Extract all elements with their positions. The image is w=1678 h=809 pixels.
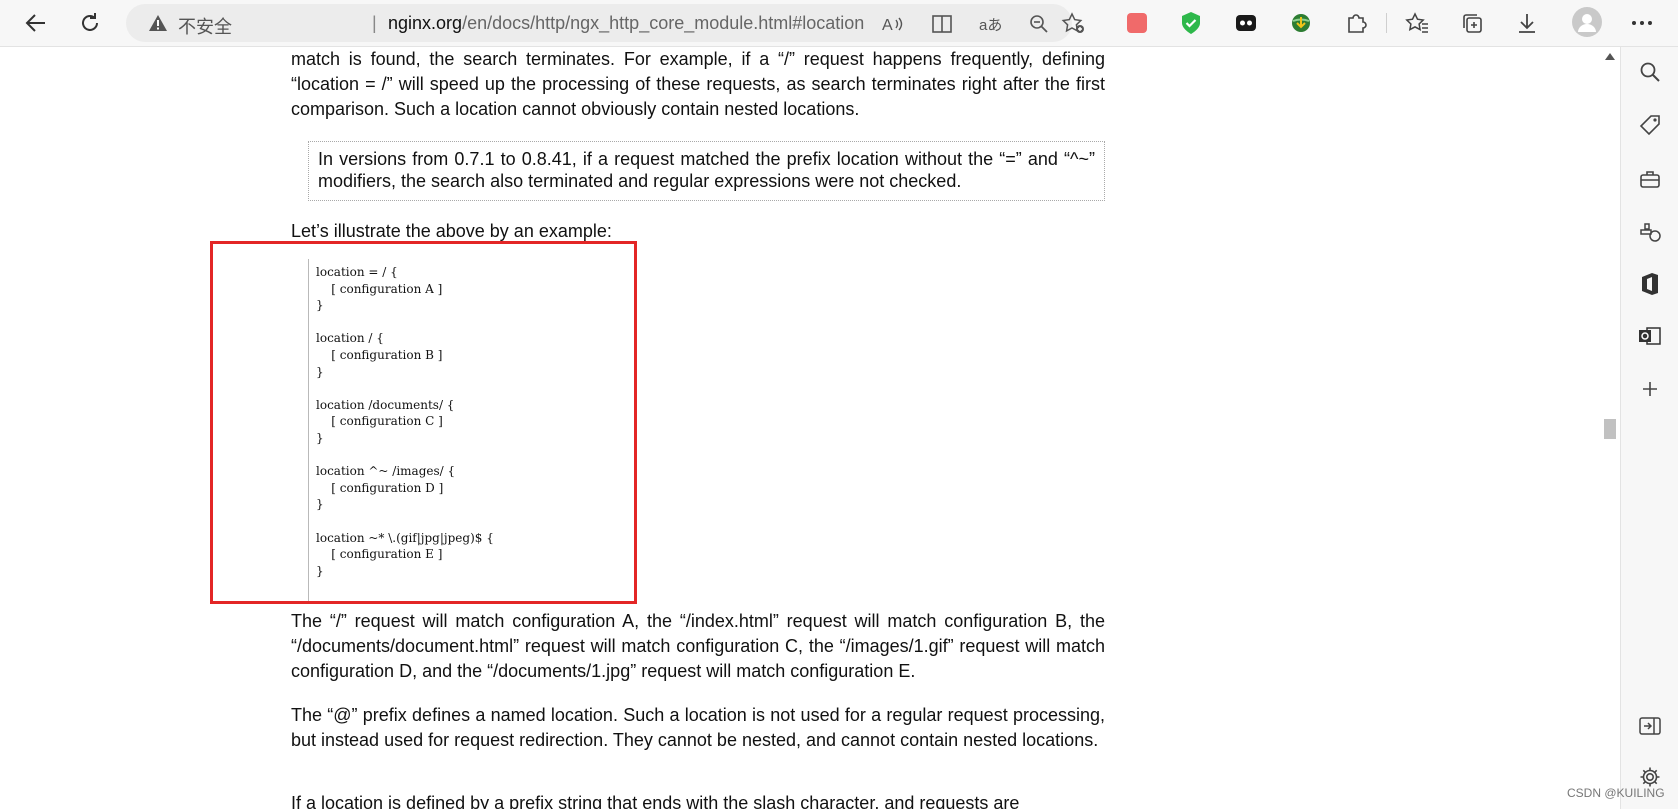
- version-note: In versions from 0.7.1 to 0.8.41, if a r…: [308, 141, 1105, 201]
- sidebar-add-button[interactable]: [1635, 374, 1665, 404]
- zoom-out-icon: [1030, 15, 1048, 33]
- collections-button[interactable]: [1458, 9, 1486, 37]
- search-icon: [1640, 62, 1660, 82]
- extension-red-button[interactable]: [1123, 9, 1151, 37]
- url-text[interactable]: nginx.org/en/docs/http/ngx_http_core_mod…: [388, 13, 864, 34]
- collections-icon: [1463, 14, 1482, 33]
- profile-button[interactable]: [1571, 6, 1603, 38]
- toolbox-icon: [1640, 171, 1660, 188]
- shield-check-icon: [1182, 12, 1200, 34]
- security-label[interactable]: 不安全: [178, 13, 232, 39]
- paragraph-named-location: The “@” prefix defines a named location.…: [291, 705, 1105, 750]
- add-favorite-button[interactable]: [1054, 4, 1092, 42]
- refresh-icon: [82, 13, 98, 31]
- url-host: nginx.org: [388, 13, 463, 33]
- sidebar-games-button[interactable]: [1635, 217, 1665, 247]
- tag-icon: [1639, 115, 1660, 136]
- refresh-button[interactable]: [71, 4, 109, 42]
- favorites-icon: [1405, 12, 1428, 33]
- paragraph-location-match: match is found, the search terminates. F…: [291, 49, 1105, 119]
- scroll-up-arrow-icon[interactable]: [1605, 53, 1615, 60]
- plus-icon: [1643, 382, 1657, 396]
- zoom-button[interactable]: [1026, 11, 1052, 37]
- read-aloud-button[interactable]: A: [880, 11, 906, 37]
- page-content: match is found, the search terminates. F…: [0, 47, 1600, 809]
- paragraph-prefix-slash: If a location is defined by a prefix str…: [291, 793, 1020, 809]
- outlook-icon: [1639, 327, 1661, 345]
- svg-text:A: A: [882, 17, 893, 34]
- gear-icon: [1640, 767, 1660, 787]
- immersive-reader-icon: [932, 15, 952, 33]
- back-arrow-icon: [25, 14, 45, 32]
- address-bar[interactable]: 不安全 | nginx.org/en/docs/http/ngx_http_co…: [126, 4, 1072, 42]
- extension-shield-button[interactable]: [1177, 9, 1205, 37]
- download-icon: [1519, 14, 1535, 33]
- warning-icon[interactable]: [148, 13, 168, 33]
- sidebar-search-button[interactable]: [1635, 57, 1665, 87]
- avatar-icon: [1572, 7, 1602, 37]
- downloads-button[interactable]: [1513, 9, 1541, 37]
- read-aloud-icon: A: [882, 17, 903, 34]
- settings-more-button[interactable]: [1628, 9, 1656, 37]
- svg-text:aあ: aあ: [979, 17, 1002, 34]
- games-icon: [1640, 223, 1661, 242]
- extension-dark-icon: [1236, 15, 1256, 31]
- extensions-button[interactable]: [1342, 9, 1370, 37]
- paragraph-match-results: The “/” request will match configuration…: [291, 611, 1105, 681]
- favorites-button[interactable]: [1403, 9, 1431, 37]
- address-separator: |: [372, 13, 377, 33]
- toolbar-divider: [1386, 13, 1387, 33]
- scroll-thumb[interactable]: [1604, 419, 1616, 439]
- sidebar-hide-button[interactable]: [1635, 711, 1665, 741]
- more-icon: [1632, 21, 1652, 25]
- url-path: /en/docs/http/ngx_http_core_module.html#…: [462, 13, 865, 33]
- collapse-sidebar-icon: [1639, 717, 1661, 735]
- sidebar-office-button[interactable]: [1635, 269, 1665, 299]
- code-example: location = / { [ configuration A ] } loc…: [316, 265, 494, 578]
- edge-sidebar: [1620, 47, 1678, 809]
- extension-red-icon: [1127, 13, 1147, 33]
- immersive-reader-button[interactable]: [929, 11, 955, 37]
- globe-download-icon: [1292, 14, 1310, 32]
- translate-icon: aあ: [979, 17, 1002, 34]
- translate-button[interactable]: aあ: [978, 11, 1004, 37]
- sidebar-shopping-button[interactable]: [1635, 110, 1665, 140]
- extension-globe-button[interactable]: [1287, 9, 1315, 37]
- page-scrollbar[interactable]: [1601, 47, 1619, 809]
- star-add-icon: [1061, 12, 1084, 33]
- browser-toolbar: 不安全 | nginx.org/en/docs/http/ngx_http_co…: [0, 0, 1678, 47]
- office-icon: [1642, 273, 1658, 295]
- puzzle-icon: [1348, 14, 1367, 33]
- code-block-border: [308, 259, 309, 601]
- sidebar-tools-button[interactable]: [1635, 164, 1665, 194]
- back-button[interactable]: [17, 4, 55, 42]
- sidebar-outlook-button[interactable]: [1635, 321, 1665, 351]
- watermark: CSDN @KUILING: [1567, 786, 1665, 800]
- extension-dark-button[interactable]: [1232, 9, 1260, 37]
